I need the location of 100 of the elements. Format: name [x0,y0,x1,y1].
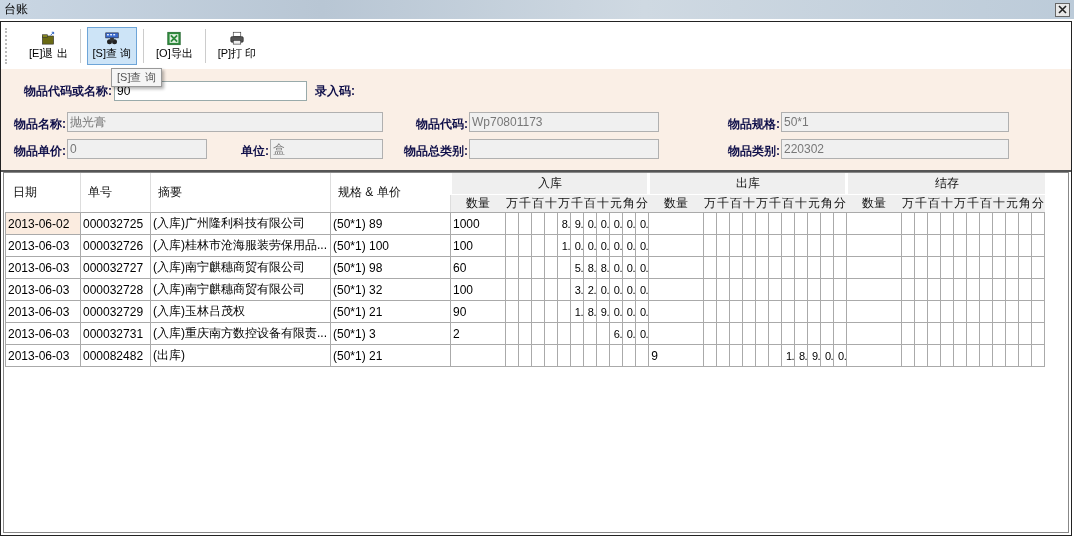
table-cell: 000032731 [80,322,151,345]
table-cell: 60 [450,256,506,279]
table-cell: 100 [450,278,506,301]
digit-cell: 6. [609,322,623,345]
field-label: 物品代码: [415,116,469,133]
digit-cell: 8. [596,256,610,279]
window-title: 台账 [4,1,28,18]
table-cell: (50*1) 21 [330,344,451,367]
digit-cell: 9. [596,300,610,323]
column-header: 日期 [5,173,81,213]
table-cell: 000032726 [80,234,151,257]
column-header: 角 [622,194,636,213]
table-cell: 000082482 [80,344,151,367]
digit-cell: 0. [596,212,610,235]
toolbar-button[interactable]: [P]打 印 [211,26,263,65]
digit-cell: 0. [596,234,610,257]
digit-cell: 5. [570,256,584,279]
table-cell: 1000 [450,212,506,235]
digit-cell: 8. [583,300,597,323]
table-cell: 100 [450,234,506,257]
tooltip: [S]查 询 [111,68,162,87]
table-cell: (入库)广州隆利科技有限公司 [150,212,331,235]
field-label: 单位: [240,143,270,160]
column-header: 十 [596,194,610,213]
digit-cell: 1. [557,234,571,257]
digit-cell: 0. [635,256,649,279]
digit-cell: 2. [583,278,597,301]
table-cell: 000032727 [80,256,151,279]
digit-cell: 0. [635,300,649,323]
digit-cell: 1. [570,300,584,323]
table-cell: (入库)玉林吕茂权 [150,300,331,323]
field-label: 物品名称: [13,116,67,133]
digit-cell: 0. [635,212,649,235]
digit-cell: 0. [635,234,649,257]
table-cell: (50*1) 3 [330,322,451,345]
table-cell: 2013-06-03 [5,256,81,279]
digit-cell: 1. [781,344,795,367]
digit-cell: 0. [609,212,623,235]
table-cell: (入库)南宁麒穗商贸有限公司 [150,278,331,301]
table-cell: 2013-06-03 [5,322,81,345]
table-cell: (50*1) 32 [330,278,451,301]
digit-cell: 0. [622,278,636,301]
field-label: 录入码: [315,82,355,100]
field-label: 物品代码或名称: [23,82,112,100]
close-icon [1058,5,1067,14]
digit-cell: 8. [583,256,597,279]
digit-cell: 3. [570,278,584,301]
toolbar-button[interactable]: [S]查 询 [86,26,138,65]
table-cell: (50*1) 98 [330,256,451,279]
column-header: 千 [570,194,584,213]
digit-cell: 0. [609,300,623,323]
digit-cell: 0. [622,212,636,235]
table-cell: 2013-06-03 [5,278,81,301]
table-cell: 2013-06-02 [5,212,81,235]
digit-cell: 0. [583,234,597,257]
field-label: 物品类别: [727,143,781,160]
field-label: 物品单价: [13,143,67,160]
digit-cell: 0. [833,344,847,367]
table-cell: (入库)重庆南方数控设备有限责... [150,322,331,345]
digit-cell: 0. [570,234,584,257]
close-button[interactable] [1055,2,1070,17]
digit-cell: 9. [570,212,584,235]
table-cell: 000032729 [80,300,151,323]
table-cell: 2 [450,322,506,345]
table-cell: 000032728 [80,278,151,301]
table-cell: (出库) [150,344,331,367]
digit-cell: 8. [557,212,571,235]
digit-cell: 0. [609,256,623,279]
digit-cell: 0. [622,300,636,323]
table-cell: 9 [648,344,704,367]
table-cell: (50*1) 21 [330,300,451,323]
digit-cell: 0. [609,278,623,301]
digit-cell: 9. [807,344,821,367]
field-label: 物品总类别: [403,143,469,160]
digit-cell: 0. [635,278,649,301]
digit-cell: 0. [635,322,649,345]
column-header: 出库 [648,173,847,195]
column-header: 规格 & 单价 [330,173,451,213]
toolbar-button[interactable]: [O]导出 [150,26,199,65]
column-header: 单号 [80,173,151,213]
column-header: 摘要 [150,173,331,213]
table-cell: (50*1) 100 [330,234,451,257]
field-label: 物品规格: [727,116,781,133]
digit-cell: 0. [583,212,597,235]
table-cell: 2013-06-03 [5,234,81,257]
table-cell: (入库)南宁麒穗商贸有限公司 [150,256,331,279]
digit-cell: 0. [820,344,834,367]
digit-cell: 0. [596,278,610,301]
table-cell: (入库)桂林市沧海服装劳保用品... [150,234,331,257]
table-cell: 2013-06-03 [5,300,81,323]
digit-cell: 0. [609,234,623,257]
toolbar-button[interactable]: [E]退 出 [23,26,74,65]
column-header: 入库 [450,173,649,195]
table-cell: 90 [450,300,506,323]
column-header: 十 [544,194,558,213]
digit-cell: 0. [622,234,636,257]
column-header: 千 [518,194,532,213]
table-cell: (50*1) 89 [330,212,451,235]
table-cell: 000032725 [80,212,151,235]
column-header: 结存 [846,173,1045,195]
